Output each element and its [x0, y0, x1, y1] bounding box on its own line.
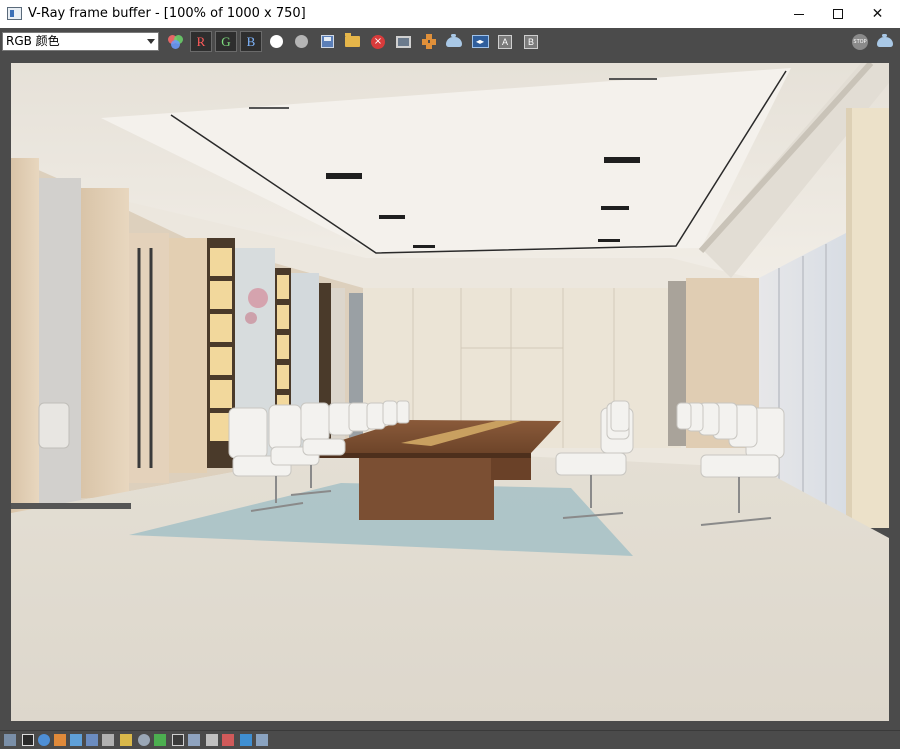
color-balance-icon[interactable]: [86, 734, 98, 746]
stamp-icon[interactable]: [240, 734, 252, 746]
white-balance-icon[interactable]: [54, 734, 66, 746]
load-image-icon: [344, 33, 360, 47]
vfb-toolbar: RGB 颜色 R G B × ◂▸ A B STOP: [0, 28, 900, 55]
compare-a-button[interactable]: A: [494, 31, 516, 52]
duplicate-to-mwb-button[interactable]: [392, 31, 414, 52]
hsv-icon[interactable]: [70, 734, 82, 746]
save-image-icon: [320, 35, 334, 48]
levels-icon[interactable]: [102, 734, 114, 746]
minimize-icon: [793, 13, 804, 15]
blue-channel-label: B: [246, 33, 256, 49]
render-button[interactable]: [443, 31, 465, 52]
red-channel-label: R: [196, 33, 206, 49]
ocio-icon[interactable]: [172, 734, 184, 746]
channel-dropdown-value: RGB 颜色: [6, 34, 60, 48]
region-render-icon: [421, 34, 437, 49]
stop-render-icon: STOP: [852, 33, 868, 50]
render-last-button[interactable]: [874, 31, 896, 52]
green-channel-button[interactable]: G: [215, 31, 237, 52]
chevron-down-icon: [147, 39, 155, 44]
save-image-button[interactable]: [316, 31, 338, 52]
history-icon[interactable]: [256, 734, 268, 746]
duplicate-to-mwb-icon: [395, 35, 411, 48]
render-last-teapot-icon: [877, 33, 893, 47]
close-icon: ✕: [871, 6, 884, 22]
channel-dropdown[interactable]: RGB 颜色: [2, 32, 159, 51]
render-teapot-icon: [446, 33, 462, 47]
vfb-statusbar: [0, 730, 900, 749]
blue-channel-button[interactable]: B: [240, 31, 262, 52]
vfb-window: V-Ray frame buffer - [100% of 1000 x 750…: [0, 0, 900, 749]
lut-icon[interactable]: [154, 734, 166, 746]
histogram-icon[interactable]: [206, 734, 218, 746]
background-image-icon[interactable]: [138, 734, 150, 746]
exposure-icon[interactable]: [38, 734, 50, 746]
maximize-button[interactable]: [815, 0, 860, 28]
compare-b-button[interactable]: B: [520, 31, 542, 52]
compare-split-button[interactable]: ◂▸: [469, 31, 491, 52]
render-canvas: [11, 63, 889, 721]
green-channel-label: G: [221, 33, 231, 49]
pixel-info-icon[interactable]: [22, 734, 34, 746]
load-image-button[interactable]: [341, 31, 363, 52]
vray-frame-buffer-icon: [7, 7, 22, 20]
conference-room-render-image[interactable]: [11, 63, 889, 721]
color-channels-icon: [167, 34, 183, 49]
compare-a-icon: A: [498, 34, 512, 49]
region-render-button[interactable]: [418, 31, 440, 52]
gray-display-icon: [294, 35, 308, 48]
render-viewport[interactable]: [0, 55, 900, 730]
maximize-icon: [832, 9, 843, 19]
clear-image-icon: ×: [371, 34, 385, 49]
compare-b-icon: B: [524, 34, 538, 49]
display-srgb-icon[interactable]: [188, 734, 200, 746]
lens-effects-icon[interactable]: [222, 734, 234, 746]
color-channels-button[interactable]: [164, 31, 186, 52]
clear-image-button[interactable]: ×: [367, 31, 389, 52]
window-title: V-Ray frame buffer - [100% of 1000 x 750…: [28, 6, 306, 21]
red-channel-button[interactable]: R: [190, 31, 212, 52]
compare-split-icon: ◂▸: [471, 35, 489, 48]
title-bar[interactable]: V-Ray frame buffer - [100% of 1000 x 750…: [0, 0, 900, 28]
white-display-button[interactable]: [265, 31, 287, 52]
stop-render-button[interactable]: STOP: [849, 31, 871, 52]
white-display-icon: [269, 35, 283, 48]
show-corrections-icon[interactable]: [4, 734, 16, 746]
curve-icon[interactable]: [120, 734, 132, 746]
close-button[interactable]: ✕: [855, 0, 900, 28]
gray-display-button[interactable]: [290, 31, 312, 52]
